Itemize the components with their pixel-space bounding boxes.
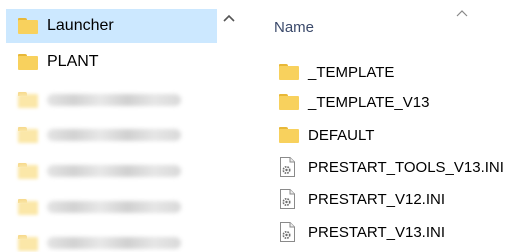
settings-file-icon <box>280 222 295 242</box>
nav-item-redacted[interactable] <box>6 154 217 188</box>
folder-icon <box>18 18 38 34</box>
folder-icon <box>279 94 299 110</box>
column-header-name[interactable]: Name <box>274 19 314 36</box>
folder-icon <box>18 235 38 251</box>
file-row-folder[interactable]: _TEMPLATE_V13 <box>277 90 507 114</box>
folder-icon <box>18 92 38 108</box>
folder-icon <box>18 163 38 179</box>
file-name: _TEMPLATE <box>308 63 395 81</box>
file-list: _TEMPLATE _TEMPLATE_V13 DEFAULT PRESTART… <box>247 54 510 252</box>
folder-icon <box>279 127 299 143</box>
redacted-label <box>47 94 181 106</box>
redacted-label <box>47 201 181 213</box>
redacted-label <box>47 165 181 177</box>
file-row-ini[interactable]: PRESTART_TOOLS_V13.INI <box>277 155 507 179</box>
folder-icon <box>18 54 38 70</box>
nav-item-redacted[interactable] <box>6 190 217 224</box>
redacted-label <box>47 237 181 249</box>
file-row-ini[interactable]: PRESTART_V12.INI <box>277 187 507 211</box>
folder-icon <box>279 64 299 80</box>
redacted-label <box>47 129 181 141</box>
sort-ascending-icon <box>456 10 468 17</box>
settings-file-icon <box>280 189 295 209</box>
file-name: PRESTART_V12.INI <box>308 190 445 208</box>
navigation-pane: Launcher PLANT <box>0 0 246 252</box>
chevron-up-icon[interactable] <box>222 11 236 25</box>
file-row-folder[interactable]: _TEMPLATE <box>277 60 507 84</box>
folder-icon <box>18 199 38 215</box>
folder-icon <box>18 127 38 143</box>
file-name: PRESTART_V13.INI <box>308 223 445 241</box>
nav-item-plant[interactable]: PLANT <box>6 45 217 79</box>
nav-item-redacted[interactable] <box>6 226 217 252</box>
nav-item-label: Launcher <box>47 17 114 34</box>
nav-item-redacted[interactable] <box>6 83 217 117</box>
file-name: PRESTART_TOOLS_V13.INI <box>308 158 504 176</box>
nav-item-launcher[interactable]: Launcher <box>6 9 217 43</box>
nav-item-redacted[interactable] <box>6 118 217 152</box>
file-name: _TEMPLATE_V13 <box>308 93 430 111</box>
column-header-bar: Name <box>247 0 510 54</box>
file-row-folder[interactable]: DEFAULT <box>277 123 507 147</box>
file-row-ini[interactable]: PRESTART_V13.INI <box>277 220 507 244</box>
nav-item-label: PLANT <box>47 53 99 70</box>
file-name: DEFAULT <box>308 126 375 144</box>
settings-file-icon <box>280 157 295 177</box>
